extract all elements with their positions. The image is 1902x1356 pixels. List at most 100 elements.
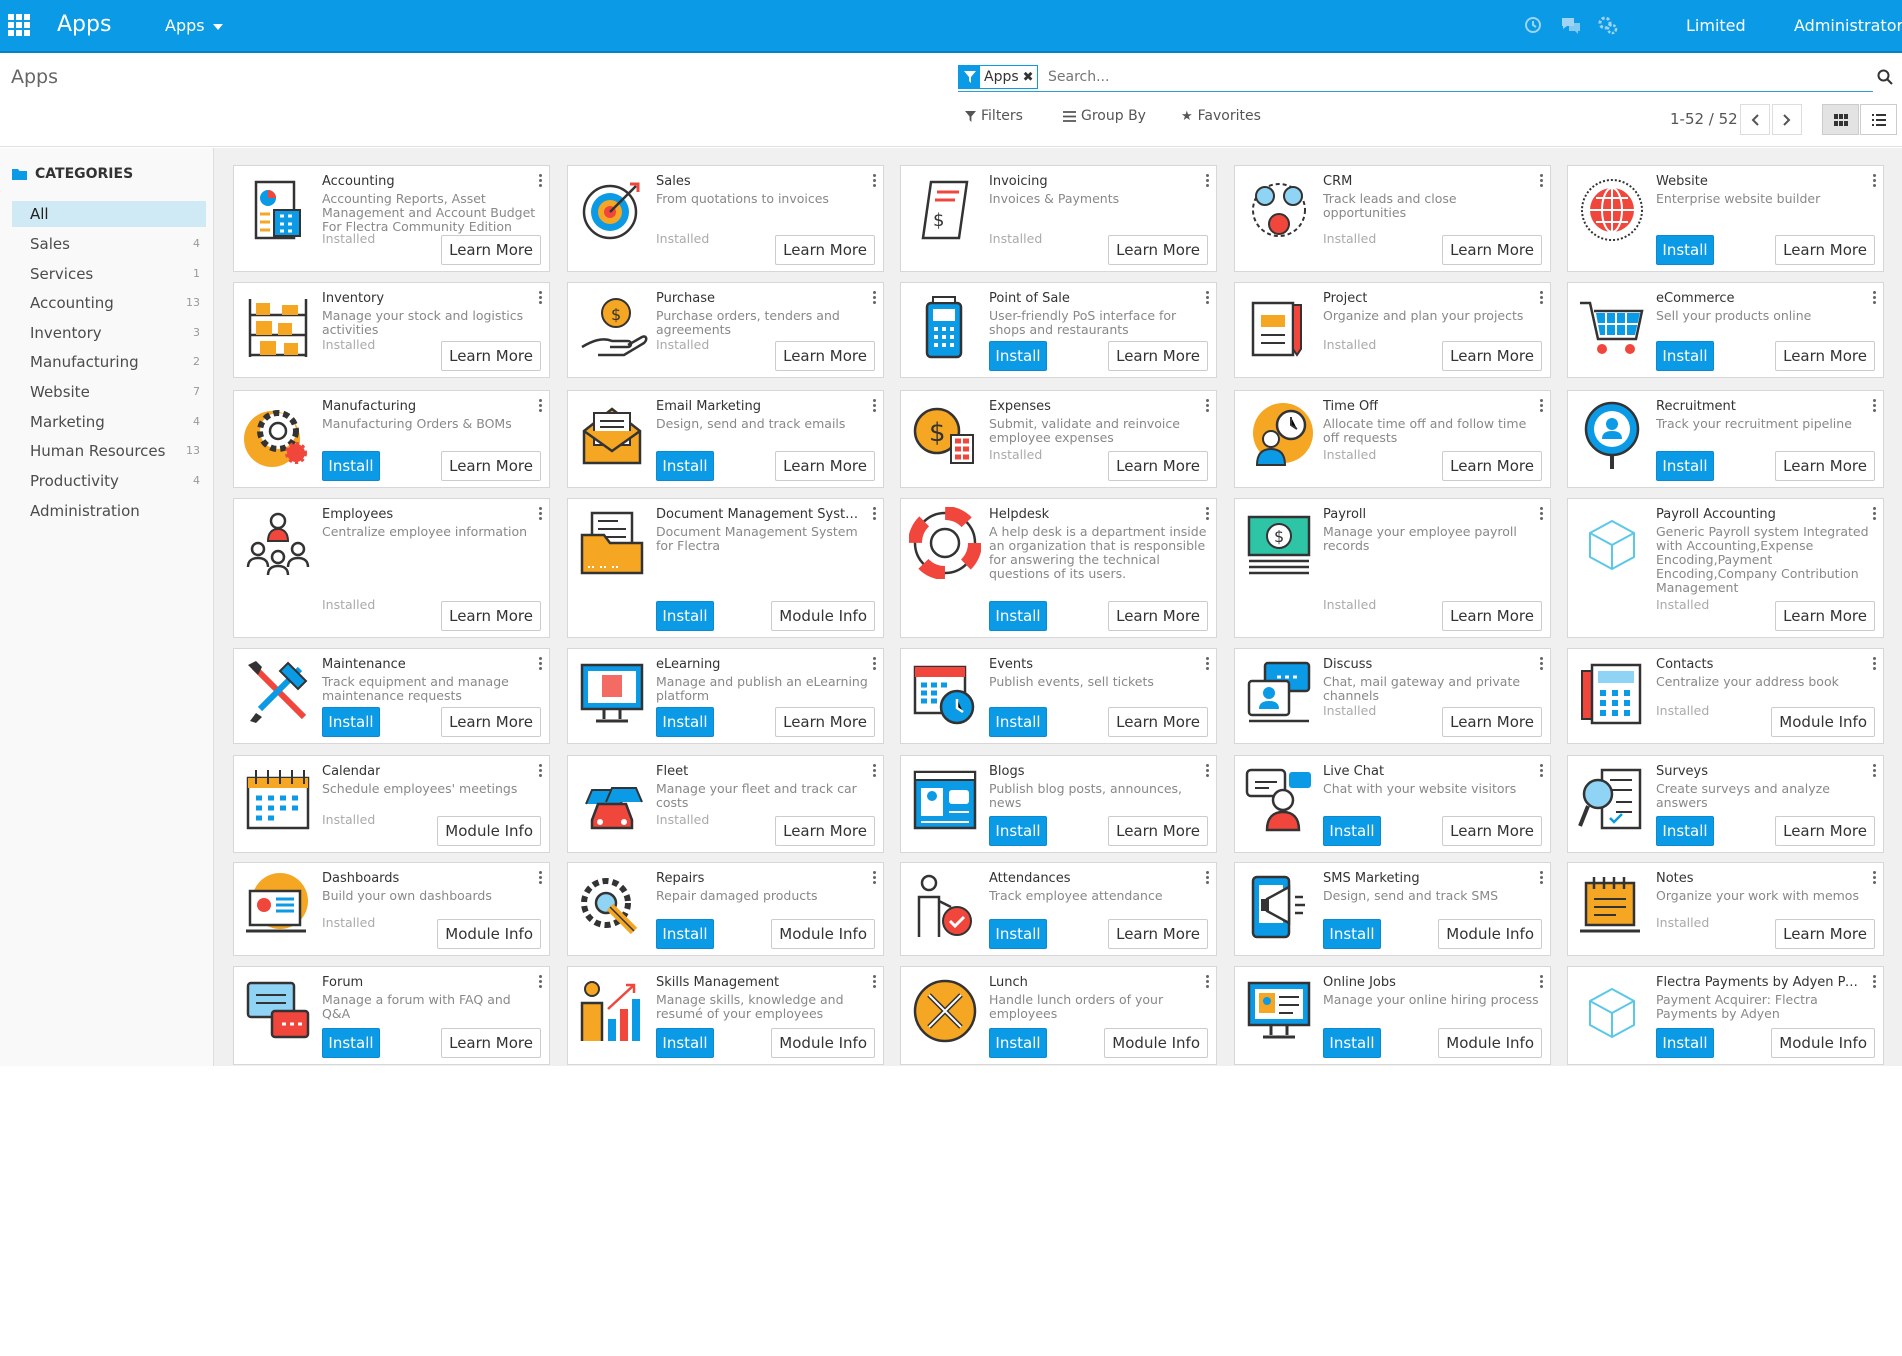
search-icon[interactable] xyxy=(1877,69,1893,85)
app-card[interactable]: Blogs Publish blog posts, announces, news… xyxy=(900,755,1217,853)
learn-more-button[interactable]: Learn More xyxy=(1442,601,1542,631)
app-card[interactable]: Forum Manage a forum with FAQ and Q&A Inst… xyxy=(233,966,550,1065)
install-button[interactable]: Install xyxy=(989,341,1047,371)
app-card[interactable]: Calendar Schedule employees' meetings Inst… xyxy=(233,755,550,853)
learn-more-button[interactable]: Learn More xyxy=(1775,341,1875,371)
learn-more-button[interactable]: Learn More xyxy=(775,451,875,481)
app-card[interactable]: Employees Centralize employee information… xyxy=(233,498,550,638)
card-menu-icon[interactable] xyxy=(1873,507,1877,521)
module-info-button[interactable]: Module Info xyxy=(437,816,541,846)
app-card[interactable]: Live Chat Chat with your website visitors… xyxy=(1234,755,1551,853)
learn-more-button[interactable]: Learn More xyxy=(1108,341,1208,371)
install-button[interactable]: Install xyxy=(1656,235,1714,265)
card-menu-icon[interactable] xyxy=(539,399,543,413)
app-card[interactable]: Sales From quotations to invoices Installe… xyxy=(567,165,884,272)
learn-more-button[interactable]: Learn More xyxy=(1108,816,1208,846)
card-menu-icon[interactable] xyxy=(1206,871,1210,885)
card-menu-icon[interactable] xyxy=(539,871,543,885)
user-menu[interactable]: Administrator xyxy=(1794,16,1902,35)
card-menu-icon[interactable] xyxy=(1873,657,1877,671)
card-menu-icon[interactable] xyxy=(1540,399,1544,413)
app-card[interactable]: Accounting Accounting Reports, Asset Mana… xyxy=(233,165,550,272)
module-info-button[interactable]: Module Info xyxy=(1438,919,1542,949)
card-menu-icon[interactable] xyxy=(1873,174,1877,188)
app-card[interactable]: $ Expenses Submit, validate and reinvoice … xyxy=(900,390,1217,488)
learn-more-button[interactable]: Learn More xyxy=(1442,451,1542,481)
module-info-button[interactable]: Module Info xyxy=(771,919,875,949)
pager-value[interactable]: 1-52 / 52 xyxy=(1670,110,1738,128)
category-item-administration[interactable]: Administration xyxy=(12,498,206,524)
learn-more-button[interactable]: Learn More xyxy=(1775,816,1875,846)
learn-more-button[interactable]: Learn More xyxy=(1775,601,1875,631)
install-button[interactable]: Install xyxy=(989,919,1047,949)
install-button[interactable]: Install xyxy=(989,1028,1047,1058)
install-button[interactable]: Install xyxy=(322,451,380,481)
app-card[interactable]: Website Enterprise website builder Install… xyxy=(1567,165,1884,272)
app-card[interactable]: Attendances Track employee attendance Inst… xyxy=(900,862,1217,956)
app-card[interactable]: Skills Management Manage skills, knowledg… xyxy=(567,966,884,1065)
card-menu-icon[interactable] xyxy=(873,871,877,885)
kanban-view-button[interactable] xyxy=(1822,104,1859,135)
app-card[interactable]: Repairs Repair damaged products Install Mod… xyxy=(567,862,884,956)
app-card[interactable]: $ Invoicing Invoices & Payments Installed Le… xyxy=(900,165,1217,272)
app-card[interactable]: Recruitment Track your recruitment pipeli… xyxy=(1567,390,1884,488)
app-card[interactable]: Inventory Manage your stock and logistics… xyxy=(233,282,550,378)
app-card[interactable]: Online Jobs Manage your online hiring pro… xyxy=(1234,966,1551,1065)
app-card[interactable]: Maintenance Track equipment and manage ma… xyxy=(233,648,550,744)
clock-icon[interactable] xyxy=(1522,14,1544,36)
learn-more-button[interactable]: Learn More xyxy=(775,341,875,371)
card-menu-icon[interactable] xyxy=(1206,975,1210,989)
company-switcher[interactable]: Limited xyxy=(1686,16,1746,35)
category-item-inventory[interactable]: Inventory 3 xyxy=(12,320,206,346)
card-menu-icon[interactable] xyxy=(1540,657,1544,671)
app-card[interactable]: Notes Organize your work with memos Instal… xyxy=(1567,862,1884,956)
category-item-accounting[interactable]: Accounting 13 xyxy=(12,290,206,316)
card-menu-icon[interactable] xyxy=(1540,975,1544,989)
learn-more-button[interactable]: Learn More xyxy=(1108,707,1208,737)
app-card[interactable]: Dashboards Build your own dashboards Insta… xyxy=(233,862,550,956)
learn-more-button[interactable]: Learn More xyxy=(1108,235,1208,265)
card-menu-icon[interactable] xyxy=(1206,507,1210,521)
settings-icon[interactable] xyxy=(1597,14,1619,36)
category-item-website[interactable]: Website 7 xyxy=(12,379,206,405)
learn-more-button[interactable]: Learn More xyxy=(441,451,541,481)
card-menu-icon[interactable] xyxy=(539,291,543,305)
pager-previous-button[interactable] xyxy=(1740,104,1770,135)
card-menu-icon[interactable] xyxy=(873,764,877,778)
learn-more-button[interactable]: Learn More xyxy=(441,1028,541,1058)
app-card[interactable]: Document Management System Document Manag… xyxy=(567,498,884,638)
install-button[interactable]: Install xyxy=(322,707,380,737)
install-button[interactable]: Install xyxy=(656,601,714,631)
card-menu-icon[interactable] xyxy=(1540,291,1544,305)
app-card[interactable]: $ Payroll Manage your employee payroll rec… xyxy=(1234,498,1551,638)
card-menu-icon[interactable] xyxy=(1206,174,1210,188)
learn-more-button[interactable]: Learn More xyxy=(441,707,541,737)
learn-more-button[interactable]: Learn More xyxy=(775,707,875,737)
pager-next-button[interactable] xyxy=(1772,104,1802,135)
category-item-services[interactable]: Services 1 xyxy=(12,261,206,287)
install-button[interactable]: Install xyxy=(989,816,1047,846)
install-button[interactable]: Install xyxy=(656,451,714,481)
category-item-all[interactable]: All xyxy=(12,201,206,227)
learn-more-button[interactable]: Learn More xyxy=(775,816,875,846)
list-view-button[interactable] xyxy=(1860,104,1897,135)
learn-more-button[interactable]: Learn More xyxy=(775,235,875,265)
app-card[interactable]: Surveys Create surveys and analyze answer… xyxy=(1567,755,1884,853)
category-item-productivity[interactable]: Productivity 4 xyxy=(12,468,206,494)
learn-more-button[interactable]: Learn More xyxy=(1775,919,1875,949)
install-button[interactable]: Install xyxy=(656,1028,714,1058)
learn-more-button[interactable]: Learn More xyxy=(1442,341,1542,371)
app-card[interactable]: Flectra Payments by Adyen Pay... Payment … xyxy=(1567,966,1884,1065)
app-card[interactable]: Fleet Manage your fleet and track car cos… xyxy=(567,755,884,853)
learn-more-button[interactable]: Learn More xyxy=(441,341,541,371)
card-menu-icon[interactable] xyxy=(1873,291,1877,305)
app-card[interactable]: Point of Sale User-friendly PoS interface… xyxy=(900,282,1217,378)
remove-facet-icon[interactable]: ✖ xyxy=(1023,70,1037,85)
card-menu-icon[interactable] xyxy=(539,975,543,989)
app-card[interactable]: Helpdesk A help desk is a department insi… xyxy=(900,498,1217,638)
brand-title[interactable]: Apps xyxy=(57,12,111,37)
category-item-manufacturing[interactable]: Manufacturing 2 xyxy=(12,349,206,375)
chat-icon[interactable] xyxy=(1560,14,1582,36)
app-card[interactable]: Manufacturing Manufacturing Orders & BOMs… xyxy=(233,390,550,488)
app-card[interactable]: Email Marketing Design, send and track em… xyxy=(567,390,884,488)
